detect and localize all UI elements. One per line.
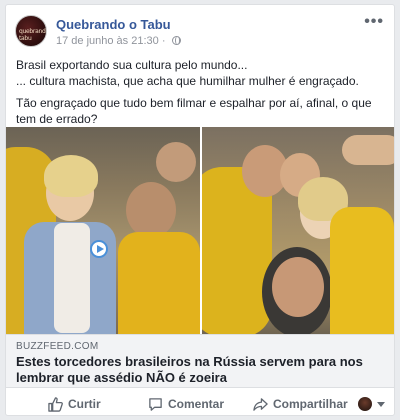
comment-button[interactable]: Comentar (148, 392, 224, 416)
post-header: quebrando tabu Quebrando o Tabu 17 de ju… (6, 5, 394, 53)
post-text-line: ... cultura machista, que acha que humil… (16, 74, 359, 88)
reaction-selector[interactable] (358, 392, 385, 416)
link-headline[interactable]: Estes torcedores brasileiros na Rússia s… (16, 354, 386, 386)
comment-label: Comentar (168, 397, 225, 411)
photo-figure (54, 223, 90, 333)
post-text-line: Tão engraçado que tudo bem filmar e espa… (16, 96, 372, 126)
link-preview[interactable]: BUZZFEED.COM Estes torcedores brasileiro… (6, 334, 394, 388)
play-icon[interactable] (90, 240, 108, 258)
video-thumbnail-right[interactable] (202, 127, 394, 334)
comment-icon (149, 397, 162, 411)
share-arrow-icon (253, 397, 268, 411)
separator: · (161, 35, 169, 47)
thumbs-up-icon (48, 396, 63, 412)
like-button[interactable]: Curtir (48, 392, 101, 416)
photo-figure (126, 182, 176, 238)
post-media[interactable] (6, 127, 394, 334)
share-button[interactable]: Compartilhar (253, 392, 348, 416)
like-label: Curtir (68, 397, 101, 411)
photo-figure (44, 155, 98, 197)
user-avatar (358, 397, 372, 411)
photo-figure (342, 135, 394, 165)
post-timestamp[interactable]: 17 de junho às 21:30 (56, 35, 159, 47)
post-text: Brasil exportando sua cultura pelo mundo… (16, 57, 388, 133)
avatar-logo-text: quebrando tabu (19, 28, 47, 42)
photo-figure (118, 232, 200, 334)
video-thumbnail-left[interactable] (6, 127, 200, 334)
photo-figure (272, 257, 324, 317)
chevron-down-icon (377, 401, 385, 407)
photo-figure (156, 142, 196, 182)
globe-icon[interactable] (171, 36, 181, 45)
page-avatar[interactable]: quebrando tabu (15, 15, 47, 47)
post-card: quebrando tabu Quebrando o Tabu 17 de ju… (5, 4, 395, 416)
more-options-button[interactable]: ••• (364, 13, 384, 31)
page-name-link[interactable]: Quebrando o Tabu (56, 17, 171, 32)
photo-figure (330, 207, 394, 334)
post-text-line: Brasil exportando sua cultura pelo mundo… (16, 58, 248, 72)
post-meta: 17 de junho às 21:30 · (56, 35, 181, 47)
link-domain: BUZZFEED.COM (16, 341, 99, 352)
action-bar: Curtir Comentar Compartilhar (6, 392, 394, 416)
share-label: Compartilhar (273, 397, 348, 411)
